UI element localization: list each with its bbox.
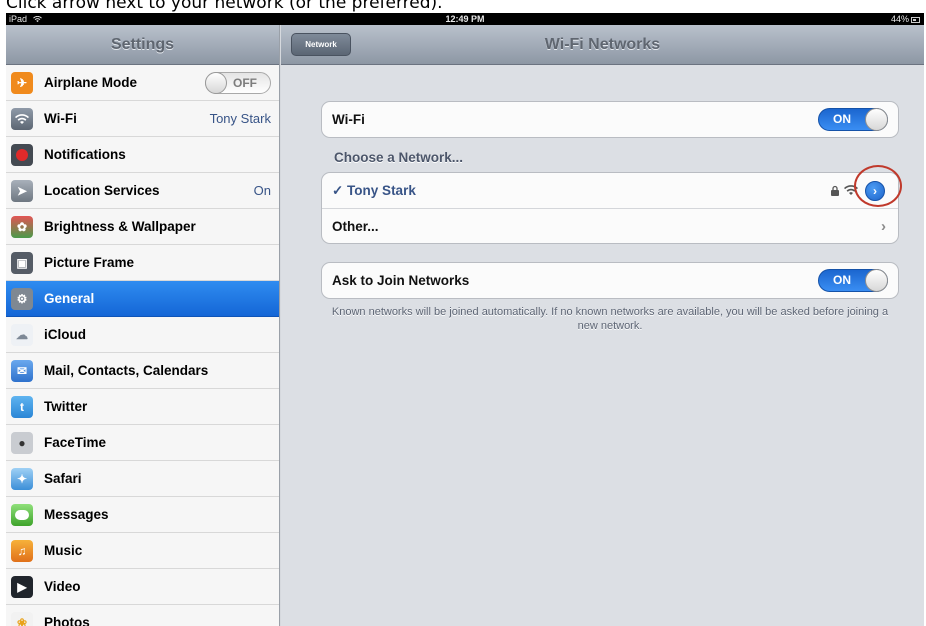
battery-icon: [911, 16, 920, 23]
sidebar-item-value: Tony Stark: [209, 111, 271, 126]
other-label: Other...: [332, 219, 379, 234]
page-title: Wi-Fi Networks: [544, 36, 661, 53]
instruction-caption: Click arrow next to your network (or the…: [6, 0, 443, 13]
sidebar-item-twitter[interactable]: t Twitter: [6, 389, 279, 425]
ask-join-toggle[interactable]: ON: [818, 269, 888, 292]
brightness-icon: ✿: [11, 216, 33, 238]
toggle-knob: [205, 72, 227, 94]
sidebar-item-music[interactable]: ♫ Music: [6, 533, 279, 569]
sidebar-item-video[interactable]: ▶ Video: [6, 569, 279, 605]
sidebar-item-label: Messages: [44, 507, 109, 522]
ask-join-footnote: Known networks will be joined automatica…: [331, 306, 889, 332]
video-icon: ▶: [11, 576, 33, 598]
lock-icon: [831, 185, 839, 196]
wifi-label: Wi-Fi: [332, 112, 365, 127]
sidebar-item-wifi[interactable]: Wi-Fi Tony Stark: [6, 101, 279, 137]
sidebar-item-picture-frame[interactable]: ▣ Picture Frame: [6, 245, 279, 281]
sidebar-item-label: General: [44, 291, 95, 306]
toggle-knob: [865, 108, 888, 131]
sidebar-item-icloud[interactable]: ☁ iCloud: [6, 317, 279, 353]
sidebar-item-label: Music: [44, 543, 83, 558]
sidebar-item-label: Notifications: [44, 147, 126, 162]
sidebar-item-label: Photos: [44, 615, 90, 626]
status-battery: 44%: [891, 13, 920, 25]
sidebar-item-label: Mail, Contacts, Calendars: [44, 363, 209, 378]
sidebar-item-notifications[interactable]: Notifications: [6, 137, 279, 173]
status-time: 12:49 PM: [445, 14, 485, 24]
picture-frame-icon: ▣: [11, 252, 33, 274]
sidebar-item-label: Wi-Fi: [44, 111, 77, 126]
message-icon: [11, 504, 33, 526]
sidebar-item-photos[interactable]: ❀ Photos: [6, 605, 279, 626]
other-network-row[interactable]: Other... ›: [322, 208, 898, 243]
photos-icon: ❀: [11, 612, 33, 626]
sidebar-item-label: FaceTime: [44, 435, 107, 450]
highlight-ring: [854, 165, 902, 207]
sidebar-item-general[interactable]: ⚙ General: [6, 281, 279, 317]
choose-network-header: Choose a Network...: [334, 150, 464, 165]
notifications-icon: [11, 144, 33, 166]
location-icon: ➤: [11, 180, 33, 202]
networks-group: ✓ Tony Stark › Other... ›: [321, 172, 899, 244]
mail-icon: ✉: [11, 360, 33, 382]
network-row[interactable]: ✓ Tony Stark ›: [322, 173, 898, 208]
sidebar-item-facetime[interactable]: ● FaceTime: [6, 425, 279, 461]
wifi-group: Wi-Fi ON: [321, 101, 899, 138]
toggle-knob: [865, 269, 888, 292]
twitter-icon: t: [11, 396, 33, 418]
wifi-icon: [11, 108, 33, 130]
chevron-right-icon: ›: [881, 218, 886, 235]
airplane-icon: ✈: [11, 72, 33, 94]
ask-join-group: Ask to Join Networks ON: [321, 262, 899, 299]
toggle-state: OFF: [233, 76, 257, 90]
sidebar-item-label: Safari: [44, 471, 82, 486]
cloud-icon: ☁: [11, 324, 33, 346]
settings-sidebar: Settings ✈ Airplane Mode OFF Wi-Fi Tony …: [6, 25, 280, 626]
sidebar-item-label: Location Services: [44, 183, 160, 198]
wifi-toggle[interactable]: ON: [818, 108, 888, 131]
network-name: ✓ Tony Stark: [332, 183, 416, 198]
gear-icon: ⚙: [11, 288, 33, 310]
ipad-screen: iPad 12:49 PM 44% Settings ✈ Airplane Mo…: [6, 13, 924, 626]
toggle-state: ON: [833, 112, 851, 126]
ask-join-row: Ask to Join Networks ON: [322, 263, 898, 298]
ask-join-label: Ask to Join Networks: [332, 273, 470, 288]
status-bar: iPad 12:49 PM 44%: [6, 13, 924, 25]
sidebar-item-safari[interactable]: ✦ Safari: [6, 461, 279, 497]
sidebar-item-label: Twitter: [44, 399, 88, 414]
compass-icon: ✦: [11, 468, 33, 490]
toggle-state: ON: [833, 273, 851, 287]
sidebar-item-location-services[interactable]: ➤ Location Services On: [6, 173, 279, 209]
sidebar-item-value: On: [253, 183, 271, 198]
sidebar-title: Settings: [6, 25, 279, 65]
detail-pane: Network Wi-Fi Networks Wi-Fi ON Choose a…: [281, 25, 924, 626]
sidebar-item-label: Video: [44, 579, 81, 594]
airplane-mode-toggle[interactable]: OFF: [205, 72, 271, 94]
sidebar-item-brightness-wallpaper[interactable]: ✿ Brightness & Wallpaper: [6, 209, 279, 245]
camera-icon: ●: [11, 432, 33, 454]
sidebar-item-label: Picture Frame: [44, 255, 135, 270]
sidebar-item-label: Airplane Mode: [44, 75, 138, 90]
sidebar-item-label: iCloud: [44, 327, 86, 342]
detail-nav-bar: Network Wi-Fi Networks: [281, 25, 924, 65]
wifi-row: Wi-Fi ON: [322, 102, 898, 137]
sidebar-item-label: Brightness & Wallpaper: [44, 219, 196, 234]
music-icon: ♫: [11, 540, 33, 562]
sidebar-item-airplane-mode[interactable]: ✈ Airplane Mode OFF: [6, 65, 279, 101]
sidebar-item-mail-contacts-calendars[interactable]: ✉ Mail, Contacts, Calendars: [6, 353, 279, 389]
sidebar-item-messages[interactable]: Messages: [6, 497, 279, 533]
